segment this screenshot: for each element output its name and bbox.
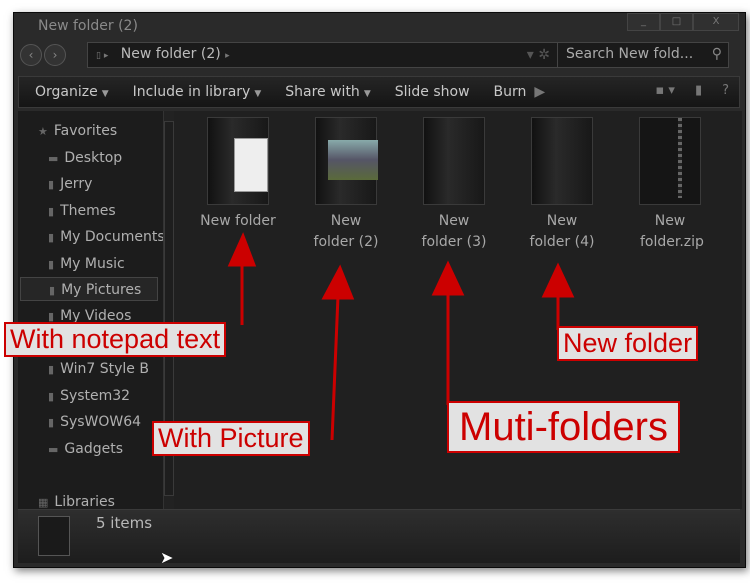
arrowhead — [321, 264, 355, 300]
annotation-notepad: With notepad text — [4, 322, 227, 357]
annotation-picture: With Picture — [152, 421, 310, 456]
annotation-new-folder: New folder — [557, 326, 699, 361]
annotation-arrows — [227, 232, 575, 441]
annotation-multi-folders: Muti-folders — [447, 401, 680, 453]
mouse-cursor-icon: ➤ — [160, 548, 174, 567]
arrow-picture — [330, 295, 340, 441]
arrowhead — [227, 232, 257, 267]
arrowhead — [541, 262, 575, 298]
arrowhead — [431, 260, 465, 296]
